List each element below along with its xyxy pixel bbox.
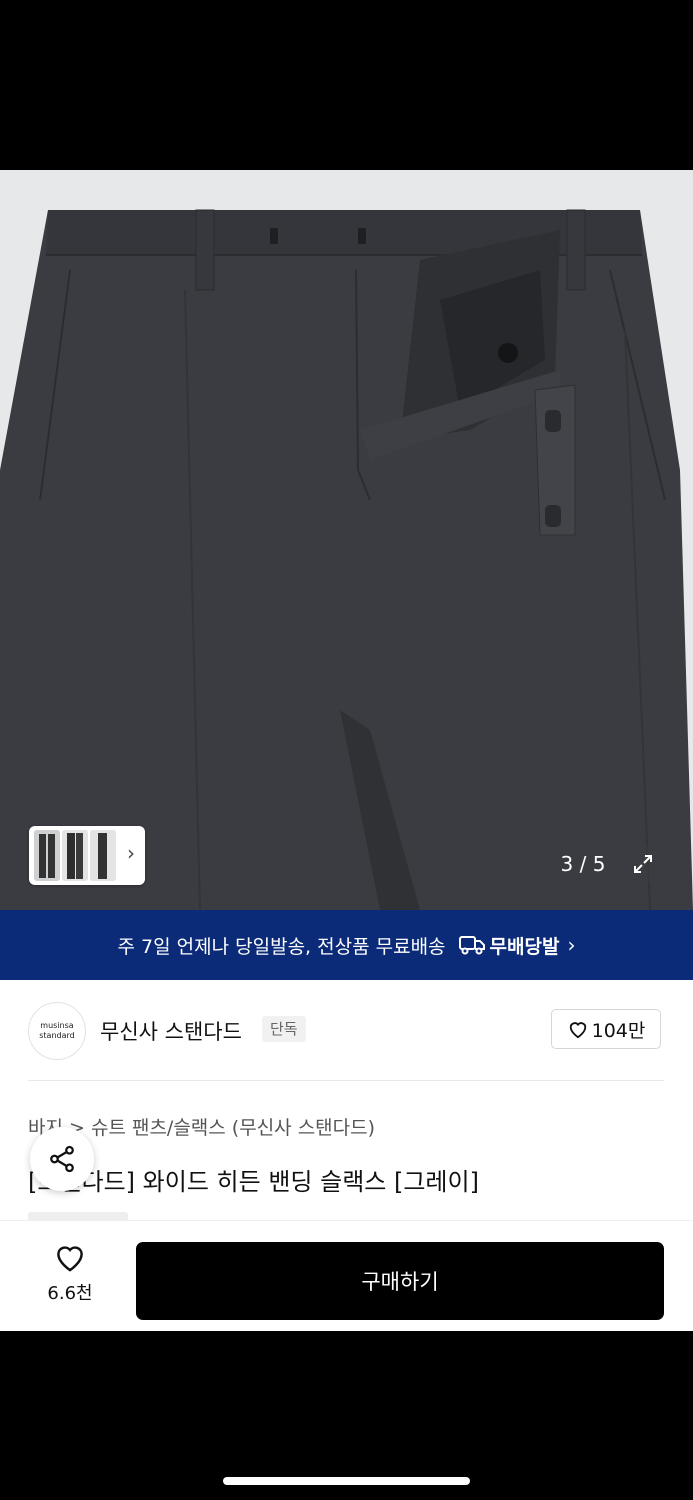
brand-name[interactable]: 무신사 스탠다드: [100, 1016, 242, 1046]
wishlist-button[interactable]: 6.6천: [30, 1241, 110, 1305]
divider: [28, 1080, 664, 1081]
exclusive-badge: 단독: [262, 1016, 306, 1042]
wishlist-count: 6.6천: [47, 1283, 93, 1304]
expand-icon[interactable]: [623, 845, 663, 883]
bottom-action-bar: 6.6천 구매하기: [0, 1220, 693, 1331]
chevron-right-icon[interactable]: ›: [127, 843, 135, 863]
thumbnail-2[interactable]: [62, 830, 88, 881]
chevron-right-icon: ›: [567, 933, 576, 957]
banner-text: 주 7일 언제나 당일발송, 전상품 무료배송: [117, 935, 446, 958]
logo-text-1: musinsa: [40, 1021, 74, 1030]
brand-like-button[interactable]: 104만: [551, 1009, 661, 1049]
image-counter: 3 / 5: [547, 845, 619, 883]
thumbnail-1[interactable]: [34, 830, 60, 881]
home-indicator[interactable]: [223, 1477, 470, 1485]
share-button[interactable]: [30, 1127, 94, 1191]
product-tag-chip: [28, 1212, 128, 1220]
heart-icon: [57, 1246, 83, 1272]
brand-like-count: 104만: [591, 1019, 646, 1042]
thumbnail-strip[interactable]: ›: [29, 826, 145, 885]
buy-button[interactable]: 구매하기: [136, 1242, 664, 1320]
product-info: musinsa standard 무신사 스탠다드 단독 104만 바지 > 슈…: [0, 980, 693, 1220]
thumbnail-3[interactable]: [90, 830, 116, 881]
brand-logo[interactable]: musinsa standard: [28, 1002, 86, 1060]
free-shipping-badge: 무배당발: [458, 932, 560, 959]
product-title: [스탠다드] 와이드 히든 밴딩 슬랙스 [그레이]: [28, 1168, 479, 1196]
delivery-truck-icon: [458, 936, 485, 955]
product-image[interactable]: [0, 170, 693, 910]
logo-text-2: standard: [39, 1031, 75, 1040]
shipping-banner[interactable]: 주 7일 언제나 당일발송, 전상품 무료배송 무배당발 ›: [0, 910, 693, 980]
heart-icon: [569, 1022, 586, 1039]
share-icon: [50, 1145, 74, 1173]
badge-label: 무배당발: [489, 935, 560, 958]
